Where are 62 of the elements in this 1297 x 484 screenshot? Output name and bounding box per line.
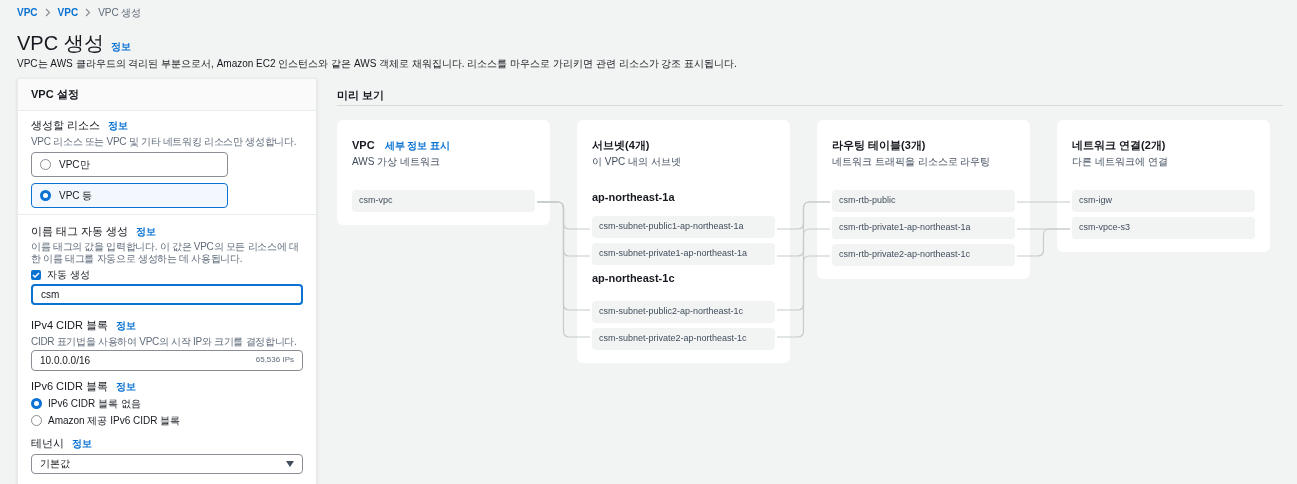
card-title: VPC xyxy=(352,138,375,153)
info-link[interactable]: 정보 xyxy=(116,378,136,394)
page-title: VPC 생성 xyxy=(17,31,104,55)
field-description: 이름 태그의 값을 입력합니다. 이 값은 VPC의 모든 리소스에 대한 이름 태그를 자동으로 생성하는 데 사용됩니다. xyxy=(31,241,300,265)
resource-item[interactable]: csm-subnet-private2-ap-northeast-1c xyxy=(592,328,775,350)
ip-count: 65,536 IPs xyxy=(255,354,294,366)
zone-heading: ap-northeast-1a xyxy=(592,190,676,205)
chevron-right-icon xyxy=(85,7,92,17)
resource-item[interactable]: csm-rtb-private2-ap-northeast-1c xyxy=(832,244,1015,266)
resource-item[interactable]: csm-subnet-private1-ap-northeast-1a xyxy=(592,243,775,265)
card-title: 네트워크 연결(2개) xyxy=(1072,138,1166,153)
option-label: IPv6 CIDR 블록 없음 xyxy=(48,397,141,411)
radio-option-card[interactable]: VPC 등 xyxy=(31,182,228,208)
resource-item[interactable]: csm-subnet-public1-ap-northeast-1a xyxy=(592,216,775,238)
card-subtitle: 네트워크 트래픽을 리소스로 라우팅 xyxy=(832,156,992,168)
radio-button[interactable] xyxy=(40,189,51,201)
option-label: Amazon 제공 IPv6 CIDR 블록 xyxy=(48,414,181,428)
cidr-input[interactable]: 10.0.0.0/16 65,536 IPs xyxy=(31,349,303,371)
info-link[interactable]: 정보 xyxy=(108,118,129,133)
preview-title: 미리 보기 xyxy=(337,89,385,101)
name-tag-input[interactable]: csm xyxy=(31,284,303,305)
chevron-right-icon xyxy=(44,7,51,17)
option-label: VPC만 xyxy=(59,157,90,172)
info-link[interactable]: 정보 xyxy=(116,318,136,333)
panel-title: VPC 설정 xyxy=(31,87,79,103)
check-icon xyxy=(32,270,40,279)
field-description: VPC 리소스 또는 VPC 및 기타 네트워킹 리소스만 생성합니다. xyxy=(31,135,298,148)
checkbox[interactable] xyxy=(31,269,41,280)
field-label: IPv4 CIDR 블록 xyxy=(31,318,108,333)
tenancy-select[interactable]: 기본값 xyxy=(31,453,303,474)
card-title: 라우팅 테이블(3개) xyxy=(832,138,926,153)
resource-item[interactable]: csm-rtb-private1-ap-northeast-1a xyxy=(832,217,1015,239)
radio-button[interactable] xyxy=(31,415,42,426)
card-subtitle: AWS 가상 네트워크 xyxy=(352,156,441,168)
card-subtitle: 이 VPC 내의 서브넷 xyxy=(592,156,682,168)
breadcrumb-current: VPC 생성 xyxy=(98,5,142,20)
field-label: IPv6 CIDR 블록 xyxy=(31,378,108,394)
card-subtitle: 다른 네트워크에 연결 xyxy=(1072,156,1169,168)
page-description: VPC는 AWS 클라우드의 격리된 부분으로서, Amazon EC2 인스턴스와 같은 AWS 객체로 채워집니다. 리소스를 마우스로 가리키면 관련 리소스가 강조 표시됩니다. xyxy=(17,57,738,71)
option-label: VPC 등 xyxy=(59,188,93,203)
radio-button[interactable] xyxy=(31,398,42,409)
card-title: 서브넷(4개) xyxy=(592,138,650,153)
field-label: 테넌시 xyxy=(31,436,64,451)
radio-button[interactable] xyxy=(40,158,51,170)
caret-icon xyxy=(286,460,294,467)
breadcrumb-link[interactable]: VPC xyxy=(17,4,38,20)
resource-item[interactable]: csm-subnet-public2-ap-northeast-1c xyxy=(592,301,775,323)
field-description: CIDR 표기법을 사용하여 VPC의 시작 IP와 크기를 결정합니다. xyxy=(31,335,298,348)
info-link[interactable]: 정보 xyxy=(136,223,157,239)
resource-item[interactable]: csm-igw xyxy=(1072,190,1255,212)
resource-item[interactable]: csm-rtb-public xyxy=(832,190,1015,212)
checkbox-label: 자동 생성 xyxy=(47,268,90,282)
radio-option-card[interactable]: VPC만 xyxy=(31,151,228,177)
resource-item[interactable]: csm-vpc xyxy=(352,190,535,212)
info-link[interactable]: 정보 xyxy=(72,436,92,451)
breadcrumb-link[interactable]: VPC xyxy=(57,4,79,20)
zone-heading: ap-northeast-1c xyxy=(592,271,676,286)
details-link[interactable]: 세부 정보 표시 xyxy=(384,138,451,153)
resource-item[interactable]: csm-vpce-s3 xyxy=(1072,217,1255,239)
info-link[interactable]: 정보 xyxy=(110,39,131,54)
field-label: 이름 태그 자동 생성 xyxy=(31,223,129,239)
field-label: 생성할 리소스 xyxy=(31,118,101,133)
